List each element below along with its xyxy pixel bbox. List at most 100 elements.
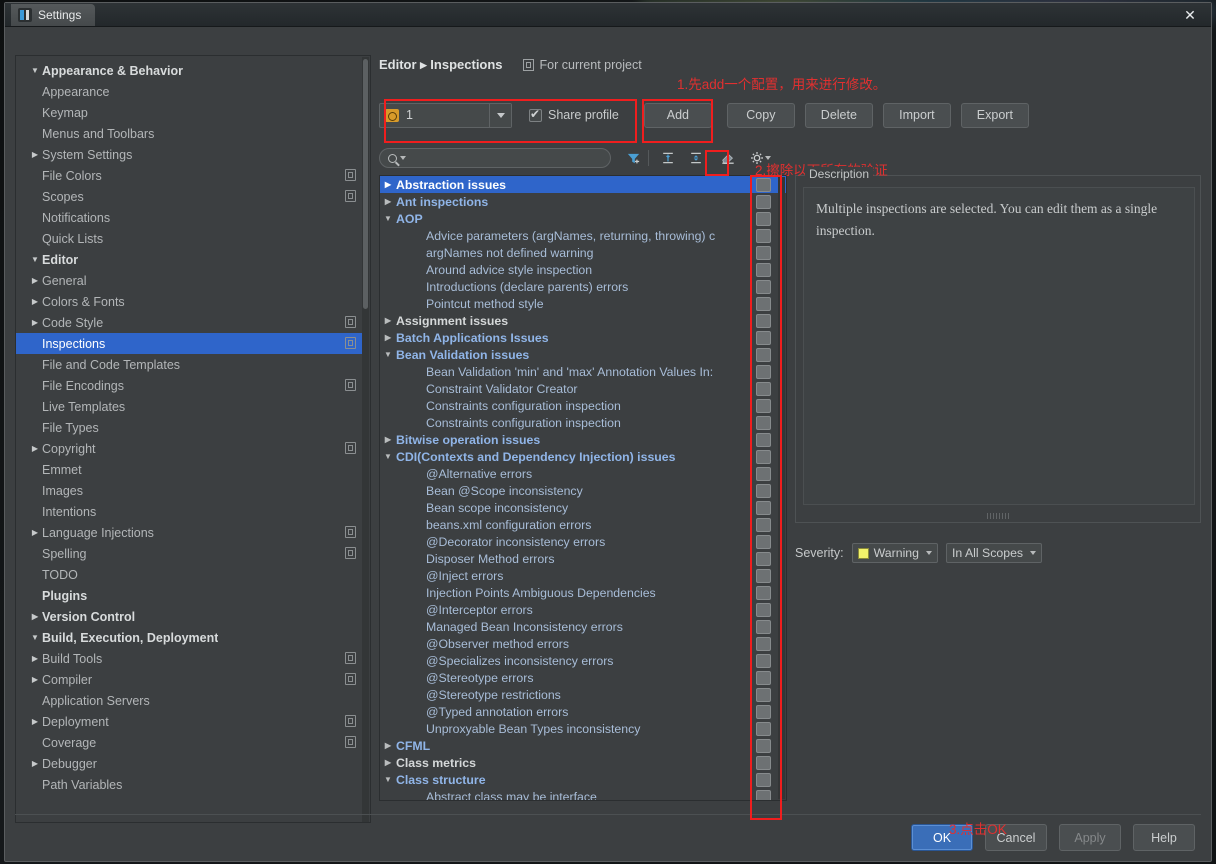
inspection-row[interactable]: argNames not defined warning [380, 244, 786, 261]
inspection-enabled-checkbox[interactable] [756, 314, 771, 328]
inspection-row[interactable]: Introductions (declare parents) errors [380, 278, 786, 295]
sidebar-item-keymap[interactable]: Keymap [16, 102, 362, 123]
window-tab[interactable]: Settings [11, 3, 96, 26]
sidebar-item-path-variables[interactable]: Path Variables [16, 774, 362, 795]
inspection-enabled-checkbox[interactable] [756, 705, 771, 719]
inspection-row[interactable]: ▼ Class structure [380, 771, 786, 788]
inspection-row[interactable]: ▶ Abstraction issues [380, 176, 786, 193]
chevron-right-icon[interactable]: ▶ [380, 180, 396, 189]
inspection-row[interactable]: Advice parameters (argNames, returning, … [380, 227, 786, 244]
chevron-right-icon[interactable]: ▶ [380, 435, 396, 444]
inspection-row[interactable]: @Interceptor errors [380, 601, 786, 618]
inspection-enabled-checkbox[interactable] [756, 331, 771, 345]
inspection-enabled-checkbox[interactable] [756, 518, 771, 532]
inspection-enabled-checkbox[interactable] [756, 212, 771, 226]
inspection-enabled-checkbox[interactable] [756, 382, 771, 396]
inspection-enabled-checkbox[interactable] [756, 603, 771, 617]
inspection-row[interactable]: ▶ Class metrics [380, 754, 786, 771]
inspection-enabled-checkbox[interactable] [756, 637, 771, 651]
inspection-enabled-checkbox[interactable] [756, 484, 771, 498]
chevron-down-icon[interactable]: ▼ [380, 775, 396, 784]
inspection-row[interactable]: ▶ Assignment issues [380, 312, 786, 329]
sidebar-item-general[interactable]: ▶ General [16, 270, 362, 291]
sidebar-item-plugins[interactable]: Plugins [16, 585, 362, 606]
eraser-icon[interactable] [716, 147, 740, 169]
scope-select[interactable]: In All Scopes [945, 543, 1043, 563]
sidebar-item-images[interactable]: Images [16, 480, 362, 501]
chevron-down-icon[interactable]: ▼ [28, 255, 42, 264]
sidebar-item-notifications[interactable]: Notifications [16, 207, 362, 228]
inspection-enabled-checkbox[interactable] [756, 756, 771, 770]
inspection-row[interactable]: @Inject errors [380, 567, 786, 584]
chevron-down-icon[interactable]: ▼ [380, 452, 396, 461]
sidebar-scrollbar-thumb[interactable] [363, 59, 368, 309]
sidebar-item-todo[interactable]: TODO [16, 564, 362, 585]
inspection-row[interactable]: Managed Bean Inconsistency errors [380, 618, 786, 635]
inspection-row[interactable]: ▶ Bitwise operation issues [380, 431, 786, 448]
sidebar-item-code-style[interactable]: ▶ Code Style [16, 312, 362, 333]
sidebar-item-deployment[interactable]: ▶ Deployment [16, 711, 362, 732]
sidebar-item-version-control[interactable]: ▶ Version Control [16, 606, 362, 627]
inspection-row[interactable]: @Stereotype errors [380, 669, 786, 686]
chevron-right-icon[interactable]: ▶ [28, 150, 42, 159]
inspection-enabled-checkbox[interactable] [756, 773, 771, 787]
import-profile-button[interactable]: Import [882, 102, 951, 128]
inspection-row[interactable]: Around advice style inspection [380, 261, 786, 278]
sidebar-item-intentions[interactable]: Intentions [16, 501, 362, 522]
sidebar-item-colors-fonts[interactable]: ▶ Colors & Fonts [16, 291, 362, 312]
chevron-right-icon[interactable]: ▶ [28, 675, 42, 684]
inspection-row[interactable]: Abstract class may be interface [380, 788, 786, 801]
inspection-search-box[interactable] [379, 148, 611, 168]
resize-grip[interactable] [987, 513, 1009, 519]
add-profile-button[interactable]: Add [643, 102, 712, 128]
inspection-enabled-checkbox[interactable] [756, 654, 771, 668]
inspections-scrollbar[interactable] [778, 177, 785, 799]
chevron-down-icon[interactable]: ▼ [380, 214, 396, 223]
severity-select[interactable]: Warning [851, 543, 938, 563]
inspection-row[interactable]: ▼ AOP [380, 210, 786, 227]
inspection-search-input[interactable] [410, 152, 604, 164]
inspection-row[interactable]: Bean @Scope inconsistency [380, 482, 786, 499]
inspection-enabled-checkbox[interactable] [756, 671, 771, 685]
sidebar-item-file-colors[interactable]: File Colors [16, 165, 362, 186]
chevron-right-icon[interactable]: ▶ [28, 297, 42, 306]
chevron-down-icon[interactable] [1030, 551, 1037, 555]
sidebar-item-application-servers[interactable]: Application Servers [16, 690, 362, 711]
inspection-row[interactable]: Pointcut method style [380, 295, 786, 312]
sidebar-item-appearance[interactable]: Appearance [16, 81, 362, 102]
inspection-enabled-checkbox[interactable] [756, 348, 771, 362]
share-profile-checkbox[interactable]: Share profile [529, 107, 619, 122]
inspection-enabled-checkbox[interactable] [756, 790, 771, 800]
inspection-row[interactable]: Constraints configuration inspection [380, 414, 786, 431]
inspection-row[interactable]: beans.xml configuration errors [380, 516, 786, 533]
chevron-down-icon[interactable]: ▼ [380, 350, 396, 359]
sidebar-item-spelling[interactable]: Spelling [16, 543, 362, 564]
inspection-row[interactable]: @Stereotype restrictions [380, 686, 786, 703]
chevron-down-icon[interactable]: ▼ [28, 633, 42, 642]
inspection-enabled-checkbox[interactable] [756, 450, 771, 464]
inspection-enabled-checkbox[interactable] [756, 178, 771, 192]
chevron-right-icon[interactable]: ▶ [28, 528, 42, 537]
chevron-down-icon[interactable] [400, 156, 406, 160]
inspection-enabled-checkbox[interactable] [756, 280, 771, 294]
chevron-right-icon[interactable]: ▶ [380, 197, 396, 206]
inspection-row[interactable]: ▶ CFML [380, 737, 786, 754]
inspection-enabled-checkbox[interactable] [756, 620, 771, 634]
export-profile-button[interactable]: Export [960, 102, 1029, 128]
inspection-row[interactable]: @Alternative errors [380, 465, 786, 482]
chevron-right-icon[interactable]: ▶ [380, 741, 396, 750]
chevron-right-icon[interactable]: ▶ [28, 318, 42, 327]
inspection-row[interactable]: @Decorator inconsistency errors [380, 533, 786, 550]
sidebar-item-copyright[interactable]: ▶ Copyright [16, 438, 362, 459]
inspection-row[interactable]: ▶ Batch Applications Issues [380, 329, 786, 346]
chevron-right-icon[interactable]: ▶ [28, 612, 42, 621]
inspection-enabled-checkbox[interactable] [756, 501, 771, 515]
inspection-row[interactable]: @Typed annotation errors [380, 703, 786, 720]
help-button[interactable]: Help [1133, 824, 1195, 851]
sidebar-item-debugger[interactable]: ▶ Debugger [16, 753, 362, 774]
inspection-enabled-checkbox[interactable] [756, 229, 771, 243]
chevron-right-icon[interactable]: ▶ [380, 333, 396, 342]
inspection-row[interactable]: @Specializes inconsistency errors [380, 652, 786, 669]
collapse-all-icon[interactable] [684, 147, 708, 169]
checkbox-box[interactable] [529, 107, 542, 122]
